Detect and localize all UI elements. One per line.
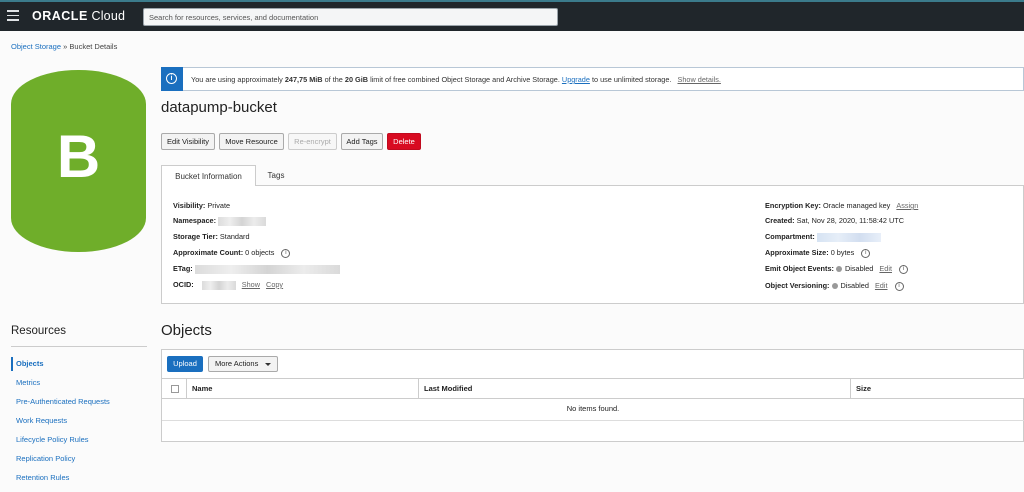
created-row: Created: Sat, Nov 28, 2020, 11:58:42 UTC xyxy=(765,216,904,225)
object-versioning-row: Object Versioning: Disabled Edit i xyxy=(765,281,904,291)
breadcrumb-object-storage-link[interactable]: Object Storage xyxy=(11,42,61,51)
column-header-last-modified[interactable]: Last Modified xyxy=(418,379,472,399)
chevron-down-icon xyxy=(265,363,271,366)
info-help-icon[interactable]: i xyxy=(894,281,904,291)
object-versioning-edit-link[interactable]: Edit xyxy=(875,281,888,290)
bucket-avatar-letter: B xyxy=(56,123,101,190)
upgrade-link[interactable]: Upgrade xyxy=(562,75,590,84)
emit-object-events-edit-link[interactable]: Edit xyxy=(879,264,892,273)
approximate-size-row: Approximate Size: 0 bytes i xyxy=(765,248,871,258)
emit-object-events-value: Disabled xyxy=(844,264,874,273)
approximate-count-value: 0 objects xyxy=(245,248,275,257)
move-resource-button[interactable]: Move Resource xyxy=(219,133,284,150)
empty-table-message: No items found. xyxy=(566,404,620,413)
objects-title: Objects xyxy=(161,322,212,339)
storage-usage-banner: i You are using approximately 247,75 MiB… xyxy=(161,67,1024,91)
ocid-show-link[interactable]: Show xyxy=(242,280,260,289)
namespace-row: Namespace: xyxy=(173,216,267,226)
tab-tags[interactable]: Tags xyxy=(256,165,296,186)
visibility-value: Private xyxy=(207,201,231,210)
sidebar-item-replication-policy[interactable]: Replication Policy xyxy=(11,452,75,466)
resources-divider xyxy=(11,346,147,347)
emit-object-events-row: Emit Object Events: Disabled Edit i xyxy=(765,264,909,274)
sidebar-item-pre-authenticated-requests[interactable]: Pre-Authenticated Requests xyxy=(11,395,110,409)
banner-message: You are using approximately 247,75 MiB o… xyxy=(191,75,721,84)
table-bottom-divider xyxy=(162,420,1024,421)
storage-tier-value: Standard xyxy=(219,232,250,241)
breadcrumb: Object Storage » Bucket Details xyxy=(11,42,118,51)
compartment-redacted-link[interactable] xyxy=(816,232,881,242)
sidebar-item-work-requests[interactable]: Work Requests xyxy=(11,414,67,428)
info-icon: i xyxy=(166,73,177,84)
sidebar-item-lifecycle-policy-rules[interactable]: Lifecycle Policy Rules xyxy=(11,433,89,447)
top-navigation-bar: ORACLE Cloud Search for resources, servi… xyxy=(0,0,1024,31)
encryption-assign-link[interactable]: Assign xyxy=(896,201,918,210)
breadcrumb-current: Bucket Details xyxy=(69,42,118,51)
etag-row: ETag: xyxy=(173,264,340,274)
approximate-size-value: 0 bytes xyxy=(830,248,855,257)
encryption-key-value: Oracle managed key xyxy=(822,201,891,210)
column-header-size[interactable]: Size xyxy=(850,379,871,399)
ocid-copy-link[interactable]: Copy xyxy=(266,280,283,289)
sidebar-item-retention-rules[interactable]: Retention Rules xyxy=(11,471,69,485)
ocid-row: OCID: Show Copy xyxy=(173,280,284,290)
object-versioning-value: Disabled xyxy=(840,281,869,290)
objects-table-header: Name Last Modified Size xyxy=(162,378,1024,399)
delete-button[interactable]: Delete xyxy=(387,133,421,150)
more-actions-dropdown[interactable]: More Actions xyxy=(208,356,278,372)
info-help-icon[interactable]: i xyxy=(899,264,909,274)
select-all-checkbox[interactable] xyxy=(171,385,179,393)
ocid-redacted-value xyxy=(201,280,236,290)
visibility-row: Visibility: Private xyxy=(173,201,231,210)
encryption-key-row: Encryption Key: Oracle managed key Assig… xyxy=(765,201,919,210)
info-help-icon[interactable]: i xyxy=(861,248,871,258)
sidebar-item-metrics[interactable]: Metrics xyxy=(11,376,40,390)
created-value: Sat, Nov 28, 2020, 11:58:42 UTC xyxy=(796,216,904,225)
oracle-cloud-logo[interactable]: ORACLE Cloud xyxy=(32,9,125,23)
namespace-redacted-value xyxy=(218,216,267,226)
etag-redacted-value xyxy=(194,264,340,274)
banner-icon-box: i xyxy=(161,67,183,91)
search-input[interactable]: Search for resources, services, and docu… xyxy=(143,8,558,26)
approximate-count-row: Approximate Count: 0 objects i xyxy=(173,248,291,258)
tab-bucket-information[interactable]: Bucket Information xyxy=(161,165,256,186)
bucket-name-title: datapump-bucket xyxy=(161,99,277,116)
bucket-avatar: B xyxy=(11,70,146,252)
edit-visibility-button[interactable]: Edit Visibility xyxy=(161,133,215,150)
re-encrypt-button[interactable]: Re-encrypt xyxy=(288,133,337,150)
column-header-name[interactable]: Name xyxy=(186,379,212,399)
add-tags-button[interactable]: Add Tags xyxy=(341,133,383,150)
status-dot-icon xyxy=(835,266,842,273)
sidebar-item-objects[interactable]: Objects xyxy=(11,357,44,371)
info-help-icon[interactable]: i xyxy=(281,248,291,258)
resources-title: Resources xyxy=(11,325,66,337)
compartment-row: Compartment: xyxy=(765,232,881,242)
menu-icon[interactable] xyxy=(7,10,19,21)
storage-tier-row: Storage Tier: Standard xyxy=(173,232,250,241)
upload-button[interactable]: Upload xyxy=(167,356,203,372)
show-details-link[interactable]: Show details. xyxy=(677,75,720,84)
status-dot-icon xyxy=(831,283,838,290)
